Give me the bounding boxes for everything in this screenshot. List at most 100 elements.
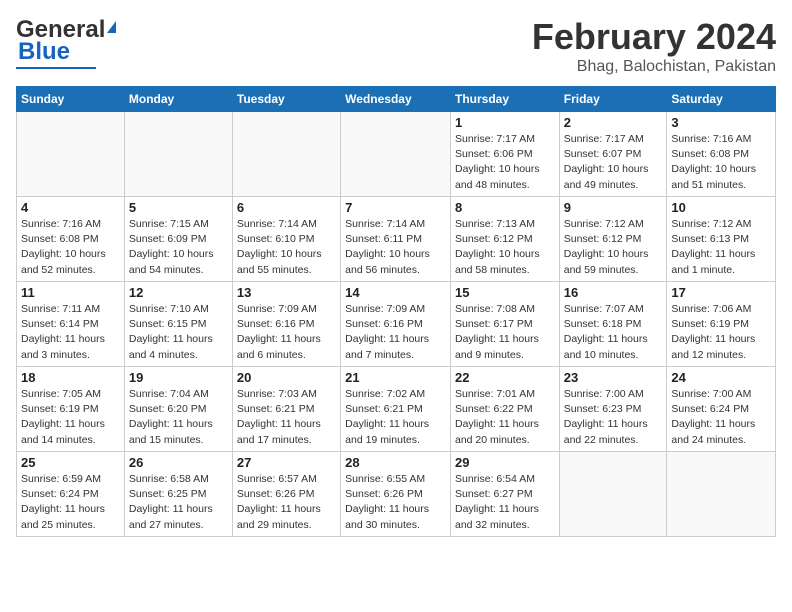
week-row-5: 25 Sunrise: 6:59 AMSunset: 6:24 PMDayligh… <box>17 452 776 537</box>
day-info: Sunrise: 7:17 AMSunset: 6:07 PMDaylight:… <box>564 132 663 193</box>
day-cell: 17 Sunrise: 7:06 AMSunset: 6:19 PMDayligh… <box>667 282 776 367</box>
day-info: Sunrise: 7:09 AMSunset: 6:16 PMDaylight:… <box>237 302 336 363</box>
day-number: 17 <box>671 285 771 300</box>
day-info: Sunrise: 6:58 AMSunset: 6:25 PMDaylight:… <box>129 472 228 533</box>
header-row: SundayMondayTuesdayWednesdayThursdayFrid… <box>17 87 776 112</box>
day-number: 21 <box>345 370 446 385</box>
day-cell <box>17 112 125 197</box>
day-cell: 15 Sunrise: 7:08 AMSunset: 6:17 PMDayligh… <box>450 282 559 367</box>
day-number: 13 <box>237 285 336 300</box>
day-info: Sunrise: 7:13 AMSunset: 6:12 PMDaylight:… <box>455 217 555 278</box>
day-cell: 13 Sunrise: 7:09 AMSunset: 6:16 PMDayligh… <box>232 282 340 367</box>
day-number: 16 <box>564 285 663 300</box>
day-info: Sunrise: 7:16 AMSunset: 6:08 PMDaylight:… <box>21 217 120 278</box>
day-number: 20 <box>237 370 336 385</box>
day-cell: 22Sunrise: 7:01 AMSunset: 6:22 PMDayligh… <box>450 367 559 452</box>
col-header-sunday: Sunday <box>17 87 125 112</box>
day-cell: 11 Sunrise: 7:11 AMSunset: 6:14 PMDayligh… <box>17 282 125 367</box>
day-cell: 7Sunrise: 7:14 AMSunset: 6:11 PMDaylight… <box>341 197 451 282</box>
title-area: February 2024 Bhag, Balochistan, Pakista… <box>532 16 776 76</box>
col-header-saturday: Saturday <box>667 87 776 112</box>
day-cell <box>667 452 776 537</box>
day-number: 28 <box>345 455 446 470</box>
day-info: Sunrise: 7:16 AMSunset: 6:08 PMDaylight:… <box>671 132 771 193</box>
day-number: 29 <box>455 455 555 470</box>
col-header-friday: Friday <box>559 87 667 112</box>
day-info: Sunrise: 7:08 AMSunset: 6:17 PMDaylight:… <box>455 302 555 363</box>
day-number: 3 <box>671 115 771 130</box>
calendar: SundayMondayTuesdayWednesdayThursdayFrid… <box>16 86 776 537</box>
day-info: Sunrise: 7:02 AMSunset: 6:21 PMDaylight:… <box>345 387 446 448</box>
day-info: Sunrise: 7:10 AMSunset: 6:15 PMDaylight:… <box>129 302 228 363</box>
day-cell: 12 Sunrise: 7:10 AMSunset: 6:15 PMDayligh… <box>124 282 232 367</box>
day-cell: 20 Sunrise: 7:03 AMSunset: 6:21 PMDayligh… <box>232 367 340 452</box>
col-header-thursday: Thursday <box>450 87 559 112</box>
day-cell <box>124 112 232 197</box>
day-cell: 6 Sunrise: 7:14 AMSunset: 6:10 PMDaylight… <box>232 197 340 282</box>
day-number: 18 <box>21 370 120 385</box>
day-cell: 18 Sunrise: 7:05 AMSunset: 6:19 PMDayligh… <box>17 367 125 452</box>
day-number: 14 <box>345 285 446 300</box>
logo-blue: Blue <box>18 38 70 66</box>
day-info: Sunrise: 7:17 AMSunset: 6:06 PMDaylight:… <box>455 132 555 193</box>
week-row-2: 4Sunrise: 7:16 AMSunset: 6:08 PMDaylight… <box>17 197 776 282</box>
day-number: 26 <box>129 455 228 470</box>
day-info: Sunrise: 7:09 AMSunset: 6:16 PMDaylight:… <box>345 302 446 363</box>
day-number: 8 <box>455 200 555 215</box>
day-number: 24 <box>671 370 771 385</box>
day-cell <box>341 112 451 197</box>
day-info: Sunrise: 7:06 AMSunset: 6:19 PMDaylight:… <box>671 302 771 363</box>
day-cell: 19 Sunrise: 7:04 AMSunset: 6:20 PMDayligh… <box>124 367 232 452</box>
col-header-monday: Monday <box>124 87 232 112</box>
day-cell: 1 Sunrise: 7:17 AMSunset: 6:06 PMDaylight… <box>450 112 559 197</box>
day-info: Sunrise: 6:57 AMSunset: 6:26 PMDaylight:… <box>237 472 336 533</box>
col-header-tuesday: Tuesday <box>232 87 340 112</box>
day-info: Sunrise: 7:12 AMSunset: 6:13 PMDaylight:… <box>671 217 771 278</box>
day-info: Sunrise: 7:03 AMSunset: 6:21 PMDaylight:… <box>237 387 336 448</box>
day-info: Sunrise: 7:15 AMSunset: 6:09 PMDaylight:… <box>129 217 228 278</box>
day-cell: 10 Sunrise: 7:12 AMSunset: 6:13 PMDayligh… <box>667 197 776 282</box>
day-info: Sunrise: 7:00 AMSunset: 6:23 PMDaylight:… <box>564 387 663 448</box>
day-number: 23 <box>564 370 663 385</box>
day-number: 5 <box>129 200 228 215</box>
day-number: 12 <box>129 285 228 300</box>
day-info: Sunrise: 7:14 AMSunset: 6:10 PMDaylight:… <box>237 217 336 278</box>
day-cell: 29 Sunrise: 6:54 AMSunset: 6:27 PMDayligh… <box>450 452 559 537</box>
day-number: 11 <box>21 285 120 300</box>
day-cell: 3 Sunrise: 7:16 AMSunset: 6:08 PMDaylight… <box>667 112 776 197</box>
month-title: February 2024 <box>532 16 776 58</box>
day-cell: 8 Sunrise: 7:13 AMSunset: 6:12 PMDaylight… <box>450 197 559 282</box>
day-cell: 23 Sunrise: 7:00 AMSunset: 6:23 PMDayligh… <box>559 367 667 452</box>
day-cell <box>559 452 667 537</box>
logo-underline <box>16 67 96 69</box>
location-title: Bhag, Balochistan, Pakistan <box>532 58 776 76</box>
day-info: Sunrise: 6:59 AMSunset: 6:24 PMDaylight:… <box>21 472 120 533</box>
day-number: 27 <box>237 455 336 470</box>
week-row-1: 1 Sunrise: 7:17 AMSunset: 6:06 PMDaylight… <box>17 112 776 197</box>
week-row-3: 11 Sunrise: 7:11 AMSunset: 6:14 PMDayligh… <box>17 282 776 367</box>
day-cell: 5 Sunrise: 7:15 AMSunset: 6:09 PMDaylight… <box>124 197 232 282</box>
day-number: 6 <box>237 200 336 215</box>
day-info: Sunrise: 7:14 AMSunset: 6:11 PMDaylight:… <box>345 217 446 278</box>
day-number: 1 <box>455 115 555 130</box>
day-cell: 14 Sunrise: 7:09 AMSunset: 6:16 PMDayligh… <box>341 282 451 367</box>
logo-icon <box>107 21 116 33</box>
day-cell: 25 Sunrise: 6:59 AMSunset: 6:24 PMDayligh… <box>17 452 125 537</box>
header: General Blue February 2024 Bhag, Balochi… <box>16 16 776 76</box>
logo: General Blue <box>16 16 116 69</box>
day-info: Sunrise: 6:54 AMSunset: 6:27 PMDaylight:… <box>455 472 555 533</box>
day-info: Sunrise: 7:04 AMSunset: 6:20 PMDaylight:… <box>129 387 228 448</box>
day-number: 25 <box>21 455 120 470</box>
day-number: 15 <box>455 285 555 300</box>
day-info: Sunrise: 7:11 AMSunset: 6:14 PMDaylight:… <box>21 302 120 363</box>
day-number: 10 <box>671 200 771 215</box>
week-row-4: 18 Sunrise: 7:05 AMSunset: 6:19 PMDayligh… <box>17 367 776 452</box>
day-cell: 2Sunrise: 7:17 AMSunset: 6:07 PMDaylight… <box>559 112 667 197</box>
day-info: Sunrise: 7:07 AMSunset: 6:18 PMDaylight:… <box>564 302 663 363</box>
day-info: Sunrise: 7:05 AMSunset: 6:19 PMDaylight:… <box>21 387 120 448</box>
day-number: 19 <box>129 370 228 385</box>
day-info: Sunrise: 6:55 AMSunset: 6:26 PMDaylight:… <box>345 472 446 533</box>
day-number: 9 <box>564 200 663 215</box>
day-cell: 4Sunrise: 7:16 AMSunset: 6:08 PMDaylight… <box>17 197 125 282</box>
day-number: 22 <box>455 370 555 385</box>
